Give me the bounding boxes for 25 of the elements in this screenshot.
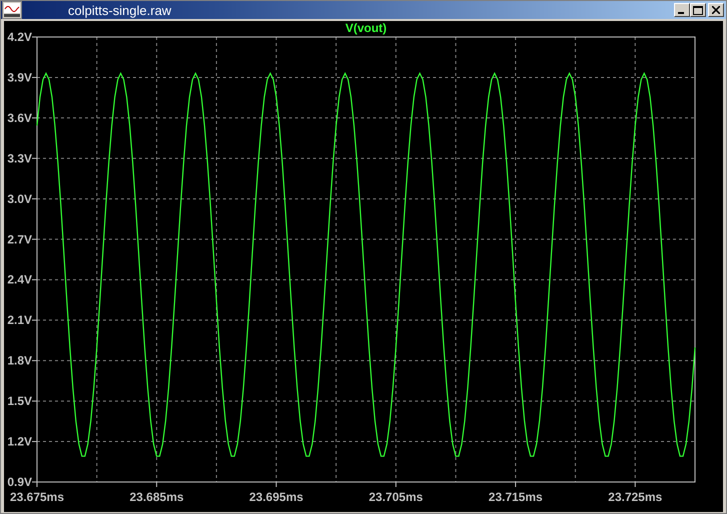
axis-label: 23.725ms xyxy=(608,490,662,504)
axis-label: 2.4V xyxy=(7,272,32,287)
axis-label: 23.685ms xyxy=(130,490,184,504)
axis-label: 23.675ms xyxy=(10,490,64,504)
axis-label: 3.0V xyxy=(7,192,32,206)
maximize-button[interactable] xyxy=(690,3,706,17)
window-title: colpitts-single.raw xyxy=(68,2,172,18)
close-icon xyxy=(712,6,720,14)
axis-label: 1.8V xyxy=(7,354,32,368)
axis-label: 3.6V xyxy=(7,110,32,125)
legend-label: V(vout) xyxy=(345,21,387,35)
axis-label: 2.1V xyxy=(7,313,32,328)
axis-label: 23.695ms xyxy=(249,490,304,504)
axis-label: 0.9V xyxy=(7,475,32,489)
axis-label: 3.3V xyxy=(7,151,32,166)
axis-label: 23.715ms xyxy=(488,490,543,504)
axis-label: 23.705ms xyxy=(368,490,423,504)
axis-label: 3.9V xyxy=(7,70,32,84)
minimize-button[interactable] xyxy=(674,3,690,17)
maximize-icon xyxy=(693,6,703,14)
axis-label: 4.2V xyxy=(7,30,32,44)
axis-label: 2.7V xyxy=(7,232,32,246)
axis-label: 1.2V xyxy=(7,434,32,449)
axis-label: 1.5V xyxy=(7,394,32,408)
close-button[interactable] xyxy=(708,3,724,17)
